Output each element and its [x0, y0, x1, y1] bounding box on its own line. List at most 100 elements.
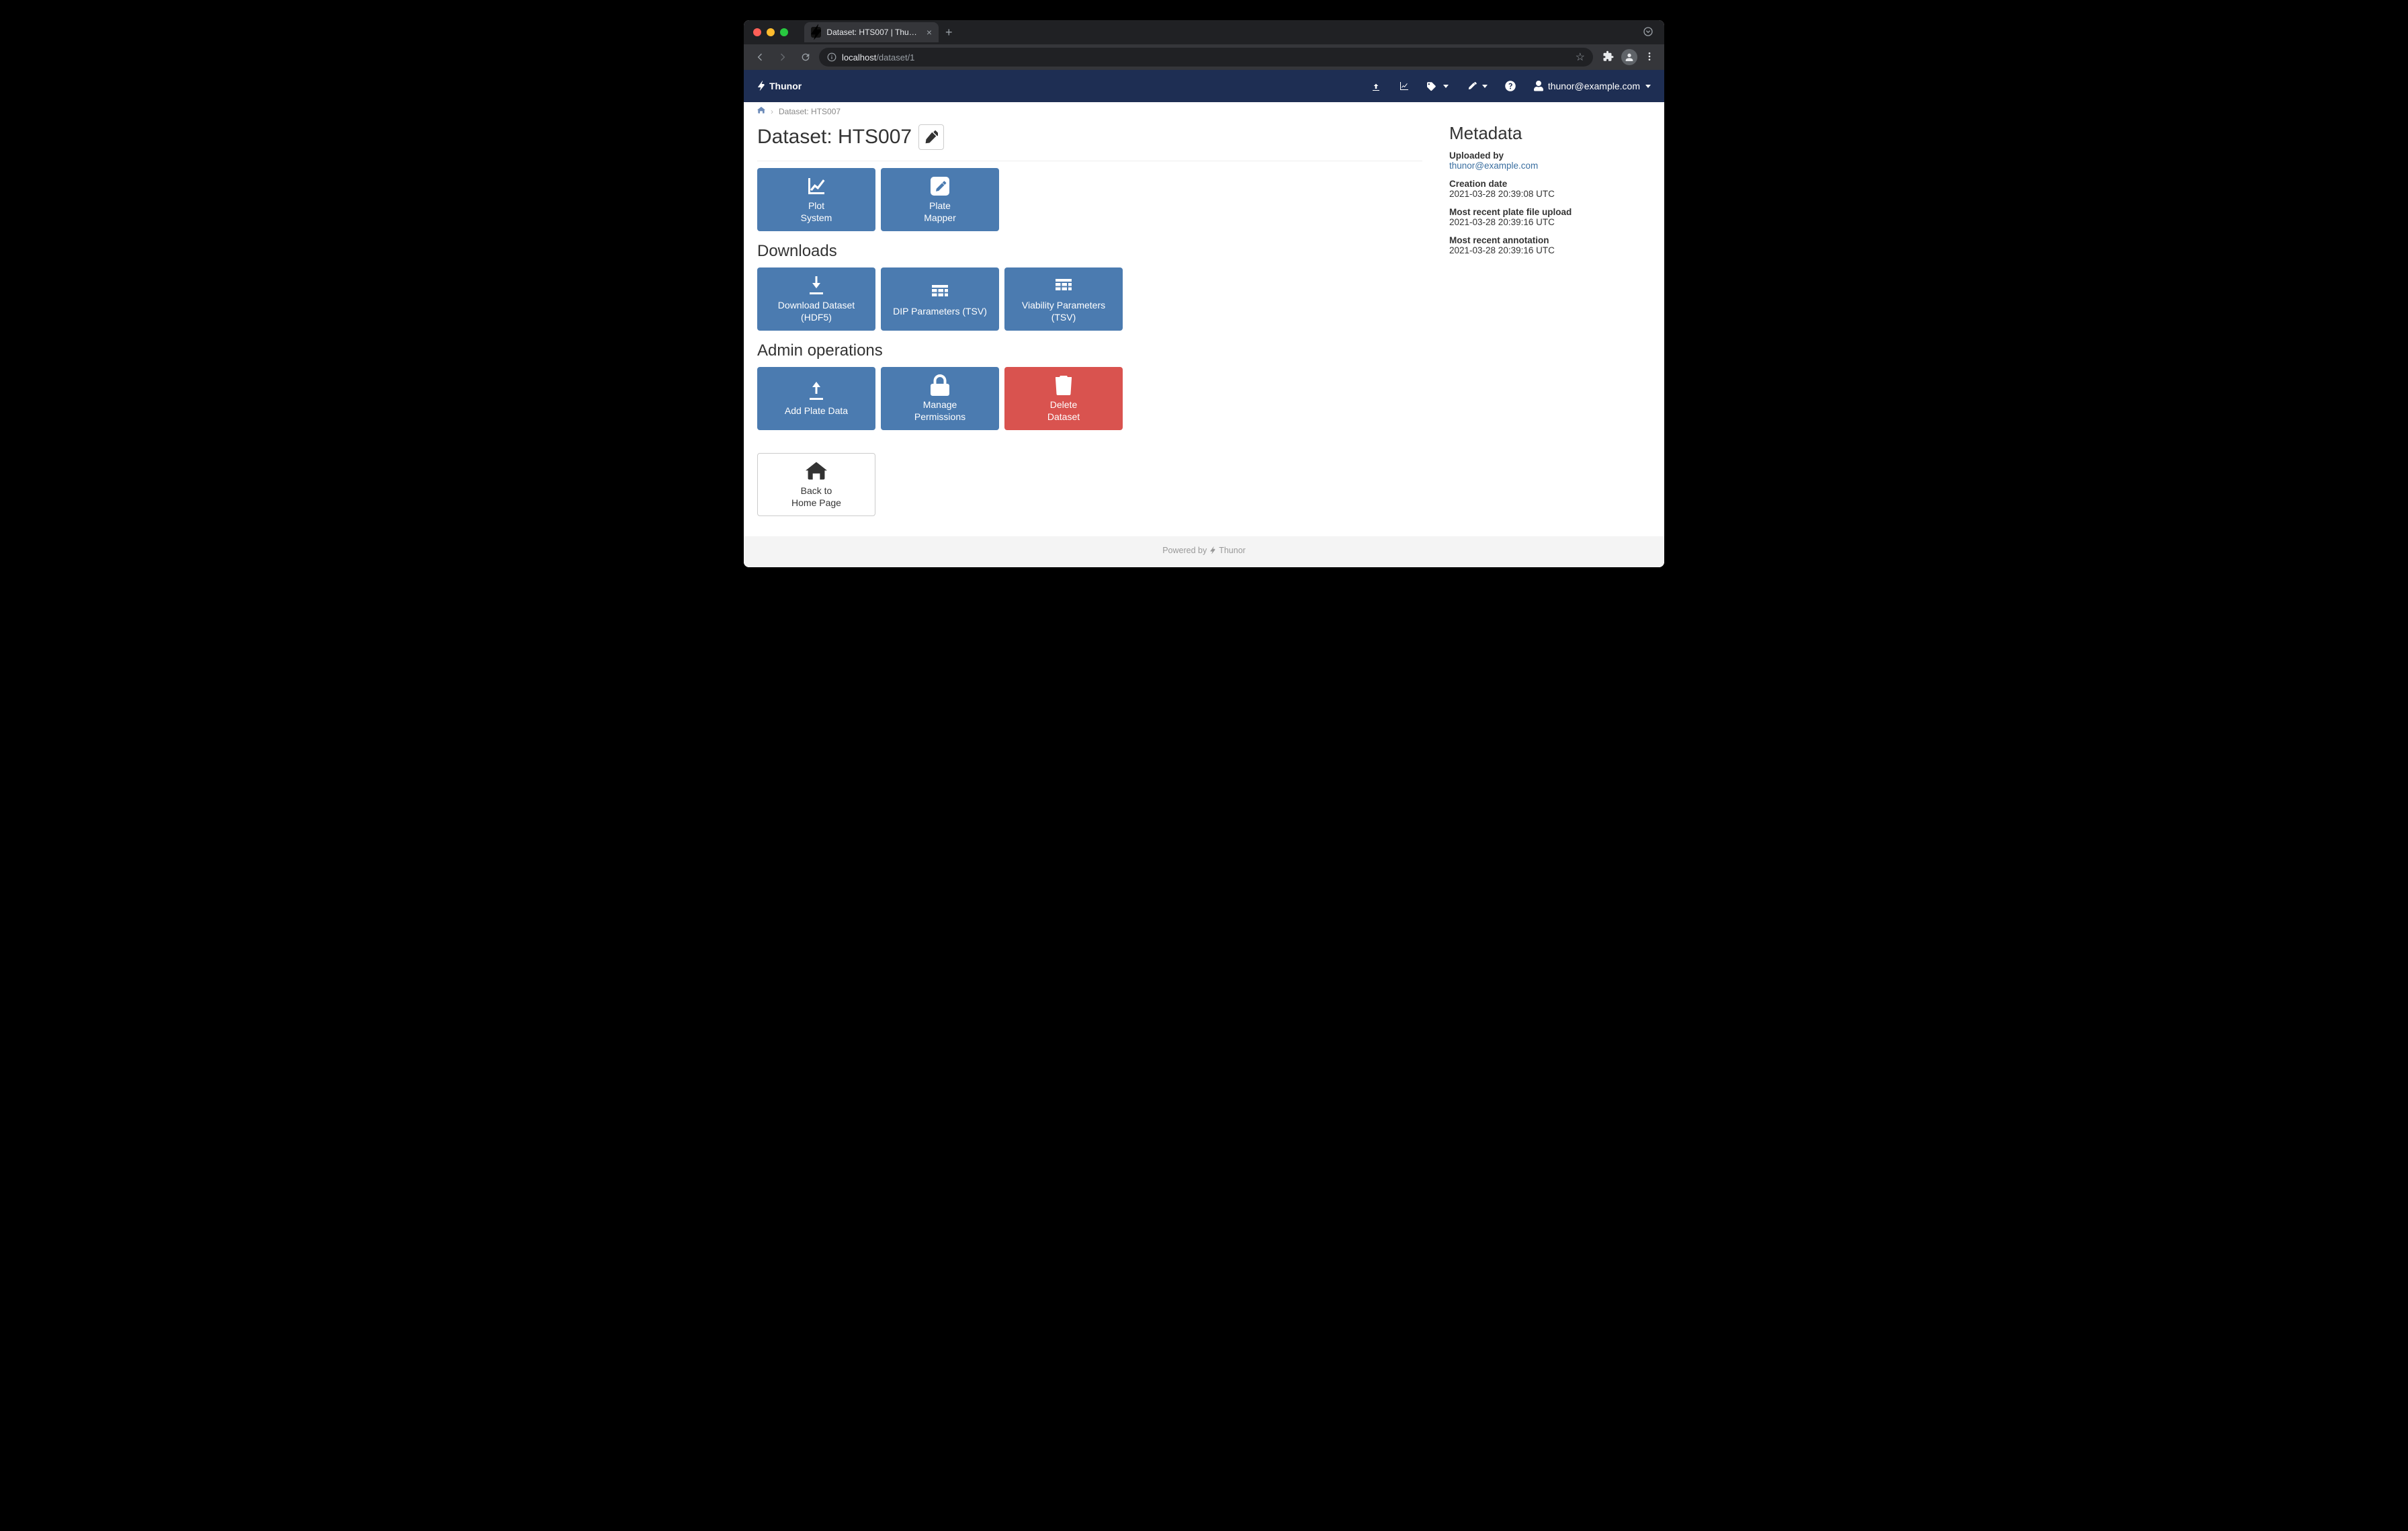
chevron-down-icon [1645, 85, 1651, 88]
admin-tiles: Add Plate Data Manage Permissions Delete… [757, 367, 1422, 430]
tile-label: Plate Mapper [924, 200, 955, 224]
nav-edit[interactable] [1466, 81, 1488, 91]
meta-label: Uploaded by [1449, 151, 1651, 161]
tile-add-plate-data[interactable]: Add Plate Data [757, 367, 875, 430]
pencil-icon [924, 130, 938, 144]
tile-label: Back to Home Page [791, 485, 841, 509]
browser-chrome: Dataset: HTS007 | Thunor × + localhost/d… [744, 20, 1664, 70]
admin-heading: Admin operations [757, 341, 1422, 360]
meta-label: Most recent annotation [1449, 235, 1651, 245]
breadcrumb: › Dataset: HTS007 [744, 102, 1664, 118]
tab-title: Dataset: HTS007 | Thunor [826, 28, 916, 37]
url-field[interactable]: localhost/dataset/1 ☆ [819, 48, 1593, 67]
bolt-icon [811, 27, 821, 38]
page-title: Dataset: HTS007 [757, 126, 912, 149]
back-button[interactable] [750, 48, 769, 67]
footer-prefix: Powered by [1162, 546, 1207, 555]
table-icon [929, 281, 951, 302]
bolt-icon [1209, 546, 1216, 554]
tile-plot-system[interactable]: Plot System [757, 168, 875, 231]
meta-value: 2021-03-28 20:39:16 UTC [1449, 245, 1651, 255]
forward-button[interactable] [773, 48, 792, 67]
trash-icon [1053, 374, 1074, 396]
url-host: localhost [842, 52, 876, 63]
footer-name: Thunor [1219, 546, 1246, 555]
address-bar: localhost/dataset/1 ☆ [744, 44, 1664, 70]
tile-download-hdf5[interactable]: Download Dataset (HDF5) [757, 267, 875, 331]
brand-text: Thunor [769, 81, 802, 91]
tile-dip-parameters[interactable]: DIP Parameters (TSV) [881, 267, 999, 331]
tile-label: Viability Parameters (TSV) [1008, 299, 1119, 323]
bookmark-icon[interactable]: ☆ [1576, 50, 1585, 64]
tile-delete-dataset[interactable]: Delete Dataset [1004, 367, 1123, 430]
main-column: Dataset: HTS007 Plot System Plate Mapper [757, 120, 1422, 516]
upload-icon [1371, 81, 1381, 91]
nav-upload[interactable] [1371, 81, 1381, 91]
browser-tab[interactable]: Dataset: HTS007 | Thunor × [804, 22, 939, 42]
meta-value: 2021-03-28 20:39:08 UTC [1449, 189, 1651, 199]
window-zoom-icon[interactable] [780, 28, 788, 36]
nav-tags[interactable] [1427, 81, 1449, 91]
tile-label: DIP Parameters (TSV) [893, 305, 987, 317]
breadcrumb-separator: › [771, 107, 773, 116]
tile-back-home[interactable]: Back to Home Page [757, 453, 875, 516]
chart-line-icon [806, 175, 827, 197]
window-close-icon[interactable] [753, 28, 761, 36]
back-row: Back to Home Page [757, 453, 1422, 516]
page: › Dataset: HTS007 Dataset: HTS007 Plot S… [744, 102, 1664, 567]
home-icon [806, 460, 827, 482]
breadcrumb-home[interactable] [757, 106, 765, 116]
meta-uploader-link[interactable]: thunor@example.com [1449, 161, 1538, 171]
home-icon [757, 106, 765, 114]
nav-user-menu[interactable]: thunor@example.com [1533, 81, 1651, 91]
page-title-row: Dataset: HTS007 [757, 124, 1422, 150]
help-icon [1505, 81, 1516, 91]
app-navbar: Thunor thunor@example.com [744, 70, 1664, 102]
download-tiles: Download Dataset (HDF5) DIP Parameters (… [757, 267, 1422, 331]
meta-plate-upload: Most recent plate file upload 2021-03-28… [1449, 207, 1651, 227]
browser-window: Dataset: HTS007 | Thunor × + localhost/d… [744, 20, 1664, 567]
tile-label: Manage Permissions [914, 399, 965, 423]
metadata-sidebar: Metadata Uploaded by thunor@example.com … [1449, 120, 1651, 516]
tile-label: Plot System [801, 200, 832, 224]
extensions-icon[interactable] [1602, 50, 1615, 65]
metadata-heading: Metadata [1449, 123, 1651, 144]
tile-label: Download Dataset (HDF5) [761, 299, 871, 323]
nav-plot[interactable] [1399, 81, 1410, 91]
tile-label: Add Plate Data [785, 405, 848, 417]
upload-icon [806, 380, 827, 402]
edit-title-button[interactable] [918, 124, 944, 150]
meta-label: Most recent plate file upload [1449, 207, 1651, 217]
chevron-down-icon [1482, 85, 1488, 88]
tags-icon [1427, 81, 1438, 91]
tile-label: Delete Dataset [1047, 399, 1080, 423]
edit-square-icon [929, 175, 951, 197]
tab-strip: Dataset: HTS007 | Thunor × + [744, 20, 1664, 44]
profile-icon[interactable] [1621, 49, 1637, 65]
new-tab-button[interactable]: + [945, 26, 953, 40]
tile-manage-permissions[interactable]: Manage Permissions [881, 367, 999, 430]
table-icon [1053, 275, 1074, 296]
chart-line-icon [1399, 81, 1410, 91]
edit-icon [1466, 81, 1477, 91]
kebab-menu-icon[interactable] [1644, 51, 1655, 64]
meta-annotation: Most recent annotation 2021-03-28 20:39:… [1449, 235, 1651, 255]
window-minimize-icon[interactable] [767, 28, 775, 36]
top-tiles: Plot System Plate Mapper [757, 168, 1422, 231]
window-controls[interactable] [750, 28, 792, 36]
brand-link[interactable]: Thunor [757, 81, 802, 91]
tab-close-icon[interactable]: × [927, 27, 932, 38]
downloads-heading: Downloads [757, 242, 1422, 261]
chevron-down-icon [1443, 85, 1449, 88]
meta-label: Creation date [1449, 179, 1651, 189]
tile-plate-mapper[interactable]: Plate Mapper [881, 168, 999, 231]
breadcrumb-current: Dataset: HTS007 [779, 107, 841, 116]
tile-viability-parameters[interactable]: Viability Parameters (TSV) [1004, 267, 1123, 331]
nav-help[interactable] [1505, 81, 1516, 91]
reload-button[interactable] [796, 48, 815, 67]
meta-creation-date: Creation date 2021-03-28 20:39:08 UTC [1449, 179, 1651, 199]
navbar-right: thunor@example.com [1371, 81, 1651, 91]
download-icon [806, 275, 827, 296]
tab-overflow-icon[interactable] [1643, 26, 1658, 39]
footer: Powered by Thunor [744, 536, 1664, 567]
